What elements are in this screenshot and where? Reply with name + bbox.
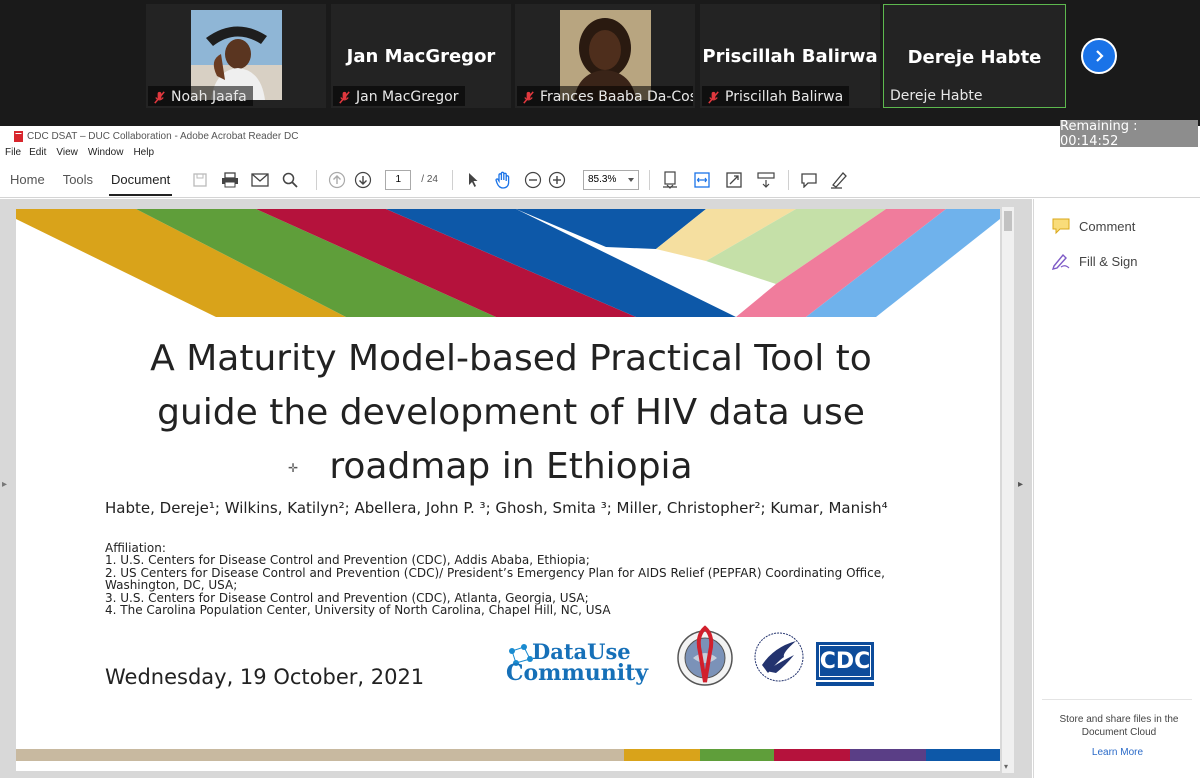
slide-footer-colorbar: [16, 749, 1000, 761]
cdc-logo-underline: [816, 682, 874, 686]
participant-caption: Noah Jaafa: [148, 86, 253, 106]
right-pane-toggle-icon[interactable]: ▸: [1018, 479, 1023, 490]
cdc-logo: CDC: [816, 642, 874, 690]
slide-affiliations: Affiliation: 1. U.S. Centers for Disease…: [105, 542, 935, 618]
participant-name: Frances Baaba Da-Cost...: [540, 89, 693, 105]
participant-display-name: Dereje Habte: [907, 47, 1042, 68]
participant-tile-noah[interactable]: Noah Jaafa: [146, 4, 326, 108]
zoom-level-select[interactable]: 85.3%: [582, 169, 639, 190]
slide-title-line: A Maturity Model-based Practical Tool to: [150, 338, 872, 379]
select-cursor-icon[interactable]: [461, 168, 485, 192]
main-toolbar: Home Tools Document / 24: [0, 162, 1200, 198]
scroll-down-arrow-icon[interactable]: ▾: [1004, 762, 1008, 771]
participant-tile-frances[interactable]: Frances Baaba Da-Cost...: [515, 4, 695, 108]
speech-bubble-icon: [1052, 218, 1070, 235]
menu-edit[interactable]: Edit: [29, 147, 46, 158]
next-participants-button[interactable]: [1081, 38, 1117, 74]
comment-tool[interactable]: Comment: [1051, 217, 1135, 235]
logo-text-line-2: Community: [506, 660, 649, 686]
fill-sign-tool-label: Fill & Sign: [1079, 253, 1138, 269]
pdf-file-icon: [14, 131, 23, 142]
learn-more-link[interactable]: Learn More: [1034, 747, 1200, 758]
email-icon[interactable]: [248, 168, 272, 192]
vertical-scrollbar[interactable]: ▾: [1002, 207, 1014, 773]
slide-authors: Habte, Dereje¹; Wilkins, Katilyn²; Abell…: [105, 499, 888, 517]
save-icon[interactable]: [188, 168, 212, 192]
participant-name: Priscillah Balirwa: [725, 89, 844, 105]
participant-tile-jan[interactable]: Jan MacGregor Jan MacGregor: [331, 4, 511, 108]
page-number-input[interactable]: [385, 169, 412, 190]
window-title: CDC DSAT – DUC Collaboration - Adobe Acr…: [27, 131, 299, 142]
page-up-icon[interactable]: [325, 168, 349, 192]
participant-name: Noah Jaafa: [171, 89, 247, 105]
print-icon[interactable]: [218, 168, 242, 192]
menu-file[interactable]: File: [5, 147, 21, 158]
cdc-logo-text: CDC: [816, 642, 874, 680]
fit-width-icon[interactable]: [690, 168, 714, 192]
zoom-out-icon[interactable]: [521, 168, 545, 192]
remaining-timer: Remaining : 00:14:52: [1060, 119, 1198, 149]
window-titlebar: CDC DSAT – DUC Collaboration - Adobe Acr…: [0, 126, 1200, 144]
fill-sign-pen-icon: [1051, 253, 1070, 270]
participant-tile-priscillah[interactable]: Priscillah Balirwa Priscillah Balirwa: [700, 4, 880, 108]
document-viewport[interactable]: ▸ A Maturity Model-based Practical Tool …: [0, 199, 1032, 778]
chevron-down-icon: [627, 177, 634, 182]
scrollbar-thumb[interactable]: [1004, 211, 1012, 231]
participant-tile-dereje[interactable]: Dereje Habte Dereje Habte: [883, 4, 1066, 108]
hhs-eagle-logo: [754, 632, 804, 682]
pdf-page: A Maturity Model-based Practical Tool to…: [16, 209, 1000, 771]
comment-tool-label: Comment: [1079, 218, 1136, 234]
participant-caption: Dereje Habte: [886, 85, 989, 105]
page-total: / 24: [421, 174, 438, 185]
menu-view[interactable]: View: [56, 147, 78, 158]
hand-tool-icon[interactable]: [491, 168, 515, 192]
muted-mic-icon: [154, 90, 165, 104]
slide-header-stripes: [16, 209, 1000, 317]
slide-date: Wednesday, 19 October, 2021: [105, 665, 425, 689]
scrolling-mode-icon[interactable]: [754, 168, 778, 192]
fit-page-icon[interactable]: [658, 168, 682, 192]
participant-caption: Jan MacGregor: [333, 86, 465, 106]
tab-home[interactable]: Home: [2, 162, 53, 198]
participant-caption: Priscillah Balirwa: [702, 86, 850, 106]
slide-title-line: roadmap in Ethiopia: [329, 446, 693, 487]
move-cursor-icon: ✛: [288, 461, 299, 475]
affiliation-item: 2. US Centers for Disease Control and Pr…: [105, 565, 885, 593]
affiliation-item: 1. U.S. Centers for Disease Control and …: [105, 553, 590, 568]
participant-display-name: Priscillah Balirwa: [702, 46, 878, 67]
participant-name: Jan MacGregor: [356, 89, 459, 105]
muted-mic-icon: [339, 90, 350, 104]
participant-name: Dereje Habte: [890, 88, 983, 104]
highlight-pen-icon[interactable]: [827, 168, 851, 192]
zoom-level-value: 85.3%: [587, 174, 617, 185]
affiliation-item: 4. The Carolina Population Center, Unive…: [105, 603, 611, 618]
fill-sign-tool[interactable]: Fill & Sign: [1051, 252, 1138, 270]
search-icon[interactable]: [278, 168, 302, 192]
page-down-icon[interactable]: [351, 168, 375, 192]
data-use-community-logo: DataUse Community: [504, 637, 664, 693]
tools-right-pane: Comment Fill & Sign Store and share file…: [1033, 199, 1200, 778]
tab-tools[interactable]: Tools: [55, 162, 101, 198]
menu-bar: File Edit View Window Help: [0, 144, 1200, 160]
participant-display-name: Jan MacGregor: [346, 46, 496, 67]
full-screen-icon[interactable]: [722, 168, 746, 192]
muted-mic-icon: [523, 90, 534, 104]
participant-caption: Frances Baaba Da-Cost...: [517, 86, 693, 106]
left-pane-toggle-icon[interactable]: ▸: [2, 479, 10, 493]
comment-icon[interactable]: [797, 168, 821, 192]
meeting-participant-strip: Noah Jaafa Jan MacGregor Jan MacGregor F…: [0, 0, 1200, 126]
pepfar-seal-logo: [677, 625, 733, 686]
chevron-right-icon: [1096, 50, 1104, 62]
tab-document[interactable]: Document: [103, 162, 178, 198]
acrobat-reader-window: CDC DSAT – DUC Collaboration - Adobe Acr…: [0, 119, 1200, 778]
document-cloud-note: Store and share files in the Document Cl…: [1059, 714, 1179, 738]
muted-mic-icon: [708, 90, 719, 104]
slide-title-line: guide the development of HIV data use: [157, 392, 865, 433]
menu-help[interactable]: Help: [133, 147, 154, 158]
pane-divider: [1042, 699, 1192, 700]
slide-title: A Maturity Model-based Practical Tool to…: [76, 332, 946, 494]
menu-window[interactable]: Window: [88, 147, 124, 158]
zoom-in-icon[interactable]: [545, 168, 569, 192]
